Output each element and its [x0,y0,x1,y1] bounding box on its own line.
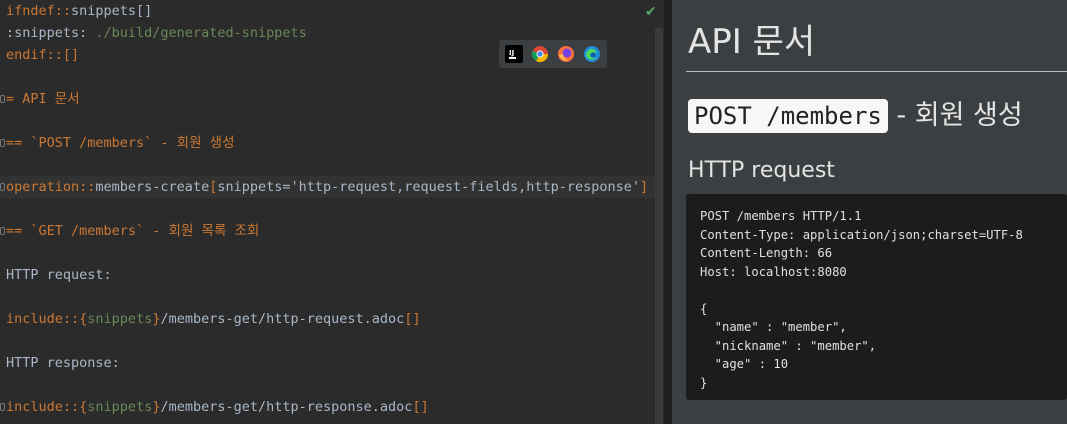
fold-marker[interactable] [0,183,5,191]
chrome-icon[interactable] [531,45,549,63]
bracket: [] [412,399,429,415]
firefox-icon[interactable] [557,45,575,63]
intellij-icon[interactable]: IJ [505,45,523,63]
operation-args: snippets='http-request,request-fields,ht… [217,179,640,195]
fold-marker[interactable] [0,95,5,103]
section-heading-text: - 회원 생성 [887,100,1023,131]
editor-line-4: = API 문서 [6,91,80,107]
include-path: /members-get/http-request.adoc [160,311,405,327]
open-in-browser-bar: IJ [499,40,607,68]
editor-line-2: :snippets: ./build/generated-snippets [6,22,307,44]
editor-line-5: == `POST /members` - 회원 생성 [6,135,235,151]
operation-name: members-create [95,179,210,195]
editor-line-1: ifndef::snippets[] [6,0,152,22]
directive-keyword: include:: [6,399,80,415]
editor-line-9: include::{snippets}/members-get/http-req… [6,308,421,330]
editor-line-6: operation::members-create[snippets='http… [6,176,648,198]
subheading: HTTP request [688,158,835,183]
attribute-value: ./build/generated-snippets [87,25,307,41]
editor-line-7: == `GET /members` - 회원 목록 조회 [6,223,260,239]
directive-keyword: include:: [6,311,80,327]
directive-keyword: endif:: [6,47,63,63]
asciidoc-editor[interactable]: ifndef::snippets[] :snippets: ./build/ge… [0,0,664,424]
editor-line-10: HTTP response: [6,355,120,371]
page-title: API 문서 [688,22,816,62]
edge-icon[interactable] [583,45,601,63]
attribute-name: :snippets: [6,25,88,41]
bracket: ] [639,179,649,195]
editor-line-3: endif::[] [6,44,79,66]
no-errors-check-icon[interactable]: ✔ [645,4,657,20]
attribute-ref: snippets [87,311,153,327]
code-block: POST /members HTTP/1.1 Content-Type: app… [686,194,1067,400]
fold-marker[interactable] [0,227,5,235]
attribute-ref: snippets [87,399,153,415]
editor-line-8: HTTP request: [6,267,112,283]
svg-text:IJ: IJ [509,49,514,57]
splitter[interactable] [664,0,672,424]
fold-marker[interactable] [0,139,5,147]
editor-line-11: include::{snippets}/members-get/http-res… [6,396,429,418]
fold-marker[interactable] [0,403,5,411]
section-heading: POST /members - 회원 생성 [688,97,1023,135]
preview-pane: API 문서 POST /members - 회원 생성 HTTP reques… [672,0,1067,424]
directive-target: [] [62,47,80,63]
directive-keyword: ifndef:: [6,3,72,19]
include-path: /members-get/http-response.adoc [160,399,413,415]
directive-keyword: operation:: [6,179,96,195]
endpoint-code: POST /members [688,99,888,133]
editor-scrollbar[interactable] [655,28,663,424]
bracket: [] [404,311,421,327]
title-divider [686,71,1067,72]
directive-target: snippets[] [71,3,153,19]
http-request-code: POST /members HTTP/1.1 Content-Type: app… [700,209,1023,390]
